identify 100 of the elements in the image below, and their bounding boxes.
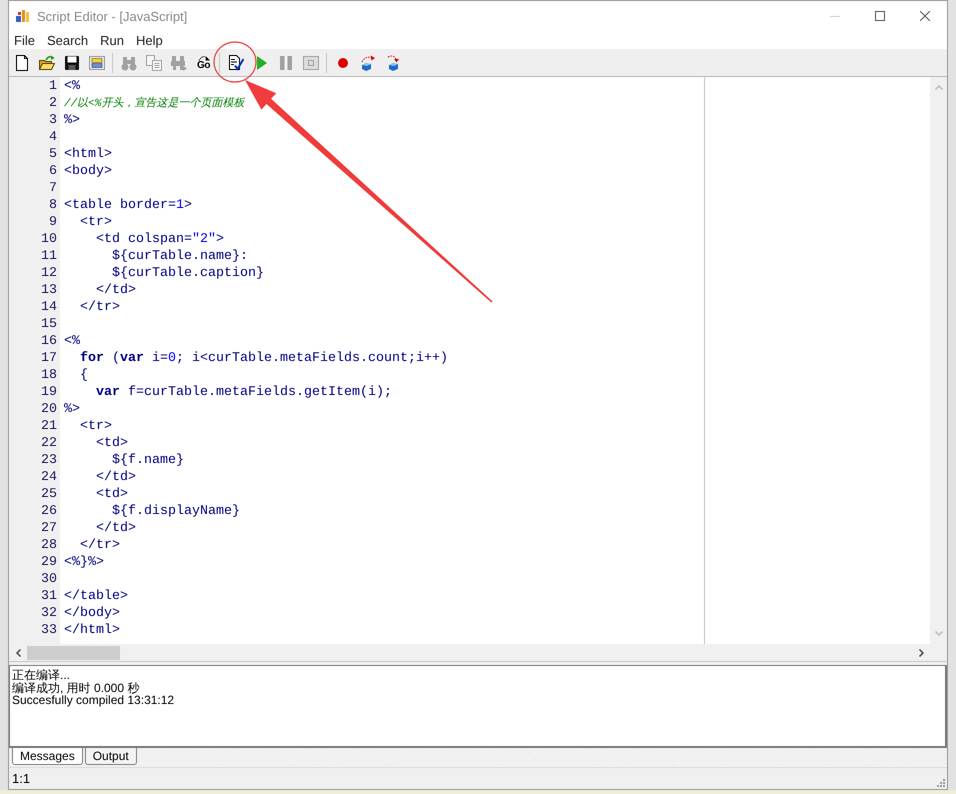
code-line: <td colspan="2"> — [96, 231, 224, 248]
scroll-thumb[interactable] — [27, 646, 120, 660]
code-line: <table border=1> — [64, 197, 192, 214]
line-number: 31 — [41, 588, 57, 605]
line-number: 5 — [49, 146, 57, 163]
resize-grip-icon[interactable] — [937, 779, 945, 787]
preview-icon — [88, 54, 104, 70]
code-line: <% — [64, 78, 80, 95]
line-number: 33 — [41, 622, 57, 639]
code-line: ${f.name} — [112, 452, 184, 469]
stop-icon — [302, 54, 318, 70]
go-to-button[interactable]: Go — [196, 54, 212, 70]
line-number: 17 — [41, 350, 57, 367]
panel-tab[interactable]: Messages — [12, 748, 83, 765]
code-line: <html> — [64, 146, 112, 163]
menu-item[interactable]: Search — [46, 32, 88, 48]
code-line: </td> — [96, 520, 136, 537]
curved-arrow-icon — [198, 54, 210, 60]
close-button[interactable] — [920, 11, 930, 21]
line-number: 32 — [41, 605, 57, 622]
line-number: 13 — [41, 282, 57, 299]
menu-item[interactable]: Help — [136, 32, 163, 48]
message-line: Succesfully compiled 13:31:12 — [12, 694, 174, 706]
code-line: //以<%开头，宣告这是一个页面模板 — [64, 96, 244, 112]
line-number: 4 — [49, 129, 57, 146]
code-line: <tr> — [80, 418, 112, 435]
line-number: 24 — [41, 469, 57, 486]
checked-page-icon — [228, 54, 244, 70]
line-number: 16 — [41, 333, 57, 350]
menu-item[interactable]: File — [14, 32, 35, 48]
message-line: 编译成功, 用时 0.000 秒 — [12, 682, 140, 694]
line-number: 6 — [49, 163, 57, 180]
line-number: 18 — [41, 367, 57, 384]
code-line: <% — [64, 333, 80, 350]
vertical-scrollbar[interactable] — [930, 77, 947, 644]
code-line: </html> — [64, 622, 120, 639]
code-line: ${f.displayName} — [112, 503, 240, 520]
cursor-position: 1:1 — [12, 771, 30, 786]
code-line: </td> — [96, 469, 136, 486]
line-number: 11 — [41, 248, 57, 265]
preview-button[interactable] — [88, 54, 104, 70]
line-number: 27 — [41, 520, 57, 537]
code-line: <td> — [96, 435, 128, 452]
chevron-up-icon — [934, 85, 942, 90]
line-number: 14 — [41, 299, 57, 316]
panel-tab[interactable]: Output — [84, 748, 137, 765]
code-line: { — [80, 367, 88, 384]
line-number: 9 — [49, 214, 57, 231]
line-number: 25 — [41, 486, 57, 503]
menu-item[interactable]: Run — [100, 32, 124, 48]
line-number: 22 — [41, 435, 57, 452]
code-line: <tr> — [80, 214, 112, 231]
line-number: 10 — [41, 231, 57, 248]
line-number: 1 — [49, 78, 57, 95]
line-number: 20 — [41, 401, 57, 418]
chevron-left-icon — [16, 648, 21, 656]
message-line: 正在编译... — [12, 669, 70, 682]
code-line: </table> — [64, 588, 128, 605]
line-number: 2 — [49, 95, 57, 112]
line-number: 29 — [41, 554, 57, 571]
code-line: <body> — [64, 163, 112, 180]
folder-icon — [38, 54, 54, 70]
line-number: 12 — [41, 265, 57, 282]
code-line: </tr> — [80, 299, 120, 316]
line-number: 19 — [41, 384, 57, 401]
line-number: 7 — [49, 180, 57, 197]
binoculars-icon — [120, 54, 136, 70]
chevron-down-icon — [934, 631, 942, 636]
cube-arrow-icon — [360, 54, 376, 70]
new-file-button[interactable] — [14, 54, 30, 70]
code-line: %> — [64, 401, 80, 418]
maximize-button[interactable] — [875, 11, 885, 21]
code-line: <td> — [96, 486, 128, 503]
line-number: 23 — [41, 452, 57, 469]
window-title: Script Editor - [JavaScript] — [37, 8, 188, 24]
code-line: <%}%> — [64, 554, 104, 571]
open-button[interactable] — [38, 54, 54, 70]
compile-button[interactable] — [228, 54, 244, 70]
chevron-right-icon — [919, 648, 924, 656]
save-button[interactable] — [64, 54, 80, 70]
code-line: %> — [64, 112, 80, 129]
blank-page-icon — [14, 54, 30, 70]
line-number: 28 — [41, 537, 57, 554]
line-number: 30 — [41, 571, 57, 588]
code-line: </body> — [64, 605, 120, 622]
code-line: ${curTable.caption} — [112, 265, 264, 282]
code-line: for (var i=0; i<curTable.metaFields.count;i++) — [80, 350, 448, 367]
code-line: ${curTable.name}: — [112, 248, 248, 265]
replace-icon — [146, 54, 162, 70]
close-icon — [920, 11, 930, 21]
line-number: 3 — [49, 112, 57, 129]
app-icon — [16, 9, 30, 23]
find-next-icon — [170, 54, 186, 70]
line-number: 15 — [41, 316, 57, 333]
maximize-icon — [875, 11, 885, 21]
step-into-button[interactable] — [360, 54, 376, 70]
pause-icon — [278, 54, 294, 70]
line-number: 26 — [41, 503, 57, 520]
annotation-circle — [213, 41, 257, 83]
code-line: </tr> — [80, 537, 120, 554]
